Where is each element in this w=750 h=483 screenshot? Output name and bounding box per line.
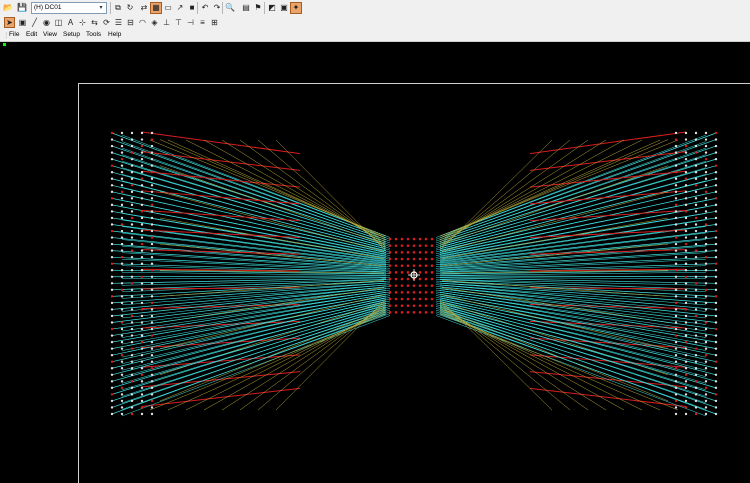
select-pointer-icon[interactable]: ➤ [4,17,15,28]
menu-view[interactable]: View [43,31,57,38]
chevron-down-icon[interactable]: ▾ [97,4,105,12]
via-icon[interactable]: ◉ [41,17,52,28]
windows-icon[interactable]: ◩ [266,2,278,14]
flip-icon[interactable]: ⇆ [89,17,100,28]
print-icon[interactable]: ▣ [278,2,290,14]
menu-help[interactable]: Help [108,31,121,38]
arc-icon[interactable]: ◠ [137,17,148,28]
menu-file[interactable]: File [9,31,19,38]
menu-setup[interactable]: Setup [63,31,80,38]
layer-select-value: (H) DC01 [34,4,62,11]
net-icon[interactable]: ⊹ [77,17,88,28]
route-icon[interactable]: ⇄ [138,2,150,14]
component-icon[interactable]: ▣ [17,17,28,28]
toolbar-separator [197,2,198,14]
display-icon[interactable]: ▭ [162,2,174,14]
settings-icon[interactable]: ✦ [290,2,302,14]
pin-icon[interactable]: ⊤ [173,17,184,28]
measure-tool-icon[interactable]: ⊥ [161,17,172,28]
menu-bar: ⋮ File Edit View Setup Tools Help [0,30,750,42]
props-icon[interactable]: ⊞ [209,17,220,28]
copy-icon[interactable]: ⧉ [112,2,124,14]
toolbar-separator [110,2,111,14]
trace-icon[interactable]: ╱ [29,17,40,28]
split-icon[interactable]: ⊣ [185,17,196,28]
menu-tools[interactable]: Tools [86,31,101,38]
measure-icon[interactable]: ▤ [240,2,252,14]
open-icon[interactable]: 📂 [2,2,14,14]
align-icon[interactable]: ☰ [113,17,124,28]
toolbar-separator [264,2,265,14]
board-outline [78,83,750,483]
main-toolbar: 📂 💾 (H) DC01 ▾ ⧉ ↻ ⇄ ▦ ▭ ↗ ■ ↶ ↷ 🔍 ▤ ⚑ ◩… [0,0,750,17]
edit-toolbar: ➤ ▣ ╱ ◉ ◫ A ⊹ ⇆ ⟳ ☰ ⊟ ◠ ◈ ⊥ ⊤ ⊣ ≡ ⊞ [0,16,750,30]
place-icon[interactable]: ↗ [174,2,186,14]
flag-icon[interactable]: ⚑ [252,2,264,14]
layer-select[interactable]: (H) DC01 ▾ [31,2,107,14]
drc-icon[interactable]: ◈ [149,17,160,28]
menu-edit[interactable]: Edit [26,31,37,38]
undo-icon[interactable]: ↶ [199,2,211,14]
layers-icon[interactable]: ≡ [197,17,208,28]
zoom-icon[interactable]: 🔍 [224,2,236,14]
text-icon[interactable]: A [65,17,76,28]
grid-icon[interactable]: ▦ [150,2,162,14]
toolbar-separator [222,2,223,14]
origin-marker [3,43,6,46]
save-icon[interactable]: 💾 [16,2,28,14]
rotate-icon[interactable]: ⟳ [101,17,112,28]
mirror-icon[interactable]: ⊟ [125,17,136,28]
refresh-icon[interactable]: ↻ [124,2,136,14]
area-icon[interactable]: ◫ [53,17,64,28]
